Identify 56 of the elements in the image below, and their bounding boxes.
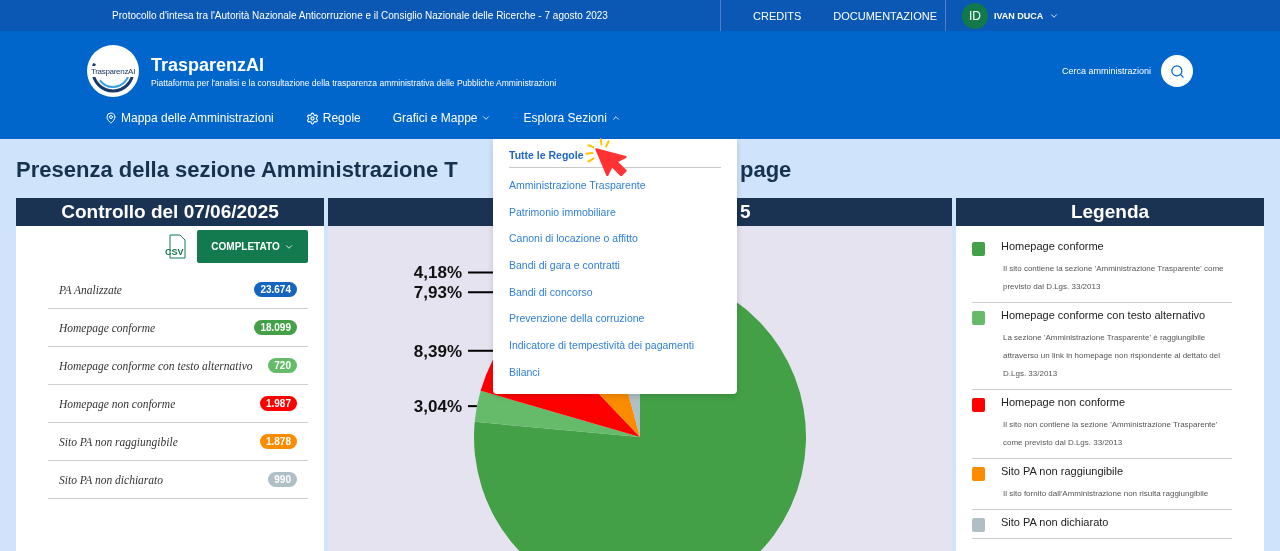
site-title: TrasparenzAI: [151, 54, 266, 76]
count-badge: 1.878: [259, 434, 297, 449]
nav-link[interactable]: Grafici e Mappe: [392, 111, 492, 125]
panel-title: Controllo del 07/06/2025: [61, 201, 279, 223]
count-badge: 23.674: [254, 282, 297, 297]
menu-item[interactable]: Prevenzione della corruzione: [509, 305, 721, 333]
panel-title: 5: [740, 201, 751, 223]
count-badge: 18.099: [254, 320, 297, 335]
site-subtitle: Piattaforma per l'analisi e la consultazione della trasparenza amministrativa delle Pubbliche Amministrazioni: [151, 77, 557, 88]
menu-item[interactable]: Bilanci: [509, 358, 721, 386]
legend-title: Homepage conforme con testo alternativo: [1001, 309, 1207, 323]
row-label: Sito PA non raggiungibile: [59, 435, 178, 448]
user-menu[interactable]: ID IVAN DUCA: [946, 0, 1076, 31]
menu-item[interactable]: Indicatore di tempestività dei pagamenti: [509, 332, 721, 359]
search-label: Cerca amministrazioni: [1061, 66, 1151, 76]
search-icon: [1169, 63, 1185, 79]
search-button[interactable]: [1161, 55, 1193, 87]
logo: TrasparenzAI: [87, 45, 139, 97]
legend-title: Sito PA non raggiungibile: [1001, 465, 1125, 479]
row-label: Homepage conforme: [59, 321, 156, 334]
status-dropdown[interactable]: COMPLETATO: [197, 230, 308, 263]
legend-description: Il sito contiene la sezione 'Amministrazione Trasparente' come previsto dal D.Lgs. 33/2013: [1002, 263, 1225, 293]
count-badge: 720: [268, 358, 297, 373]
leader-line: [467, 405, 478, 408]
menu-item[interactable]: Patrimonio immobiliare: [509, 198, 721, 226]
count-badge: 990: [268, 472, 297, 487]
map-pin-icon: [105, 112, 117, 124]
row-label: Sito PA non dichiarato: [59, 473, 164, 486]
panel-title: Legenda: [1070, 201, 1150, 223]
row-label: PA Analizzate: [59, 283, 122, 296]
page-heading: Presenza della sezione Amministrazione T: [16, 157, 458, 183]
menu-item[interactable]: Amministrazione Trasparente: [509, 172, 721, 199]
data-label: 7,93%: [413, 283, 462, 303]
row-label: Homepage conforme con testo alternativo: [59, 359, 253, 372]
data-label: 3,04%: [413, 397, 462, 417]
legend-title: Sito PA non dichiarato: [1001, 516, 1110, 530]
menu-item[interactable]: Canoni di locazione o affitto: [509, 225, 721, 253]
data-label: 8,39%: [413, 341, 462, 361]
legend-description: La sezione 'Amministrazione Trasparente' è raggiungibile attraverso un link in homepage non rispondente al dettato del D.Lgs. 33/2013: [1002, 332, 1222, 380]
legend-title: Homepage conforme: [1001, 240, 1105, 254]
caret-icon: [610, 113, 621, 123]
legend-description: Il sito non contiene la sezione 'Amministrazione Trasparente' come previsto dal D.Lgs. 33/2013: [1002, 419, 1219, 449]
top-link[interactable]: DOCUMENTAZIONE: [833, 9, 937, 22]
data-label: 4,18%: [413, 263, 462, 283]
legend-title: Homepage non conforme: [1001, 396, 1127, 410]
legend-description: Il sito fornito dall'Amministrazione non risulta raggiungibile: [1002, 488, 1210, 500]
top-link[interactable]: CREDITS: [753, 9, 802, 22]
page-heading: page: [740, 157, 792, 183]
row-label: Homepage non conforme: [59, 397, 176, 410]
settings-icon: [305, 111, 319, 125]
nav-link[interactable]: Mappa delle Amministrazioni: [105, 111, 274, 125]
caret-icon: [481, 113, 492, 123]
count-badge: 1.987: [259, 396, 297, 411]
user-avatar: ID: [962, 2, 988, 29]
nav-link[interactable]: Esplora Sezioni: [523, 111, 621, 125]
nav-link[interactable]: Regole: [305, 111, 361, 125]
